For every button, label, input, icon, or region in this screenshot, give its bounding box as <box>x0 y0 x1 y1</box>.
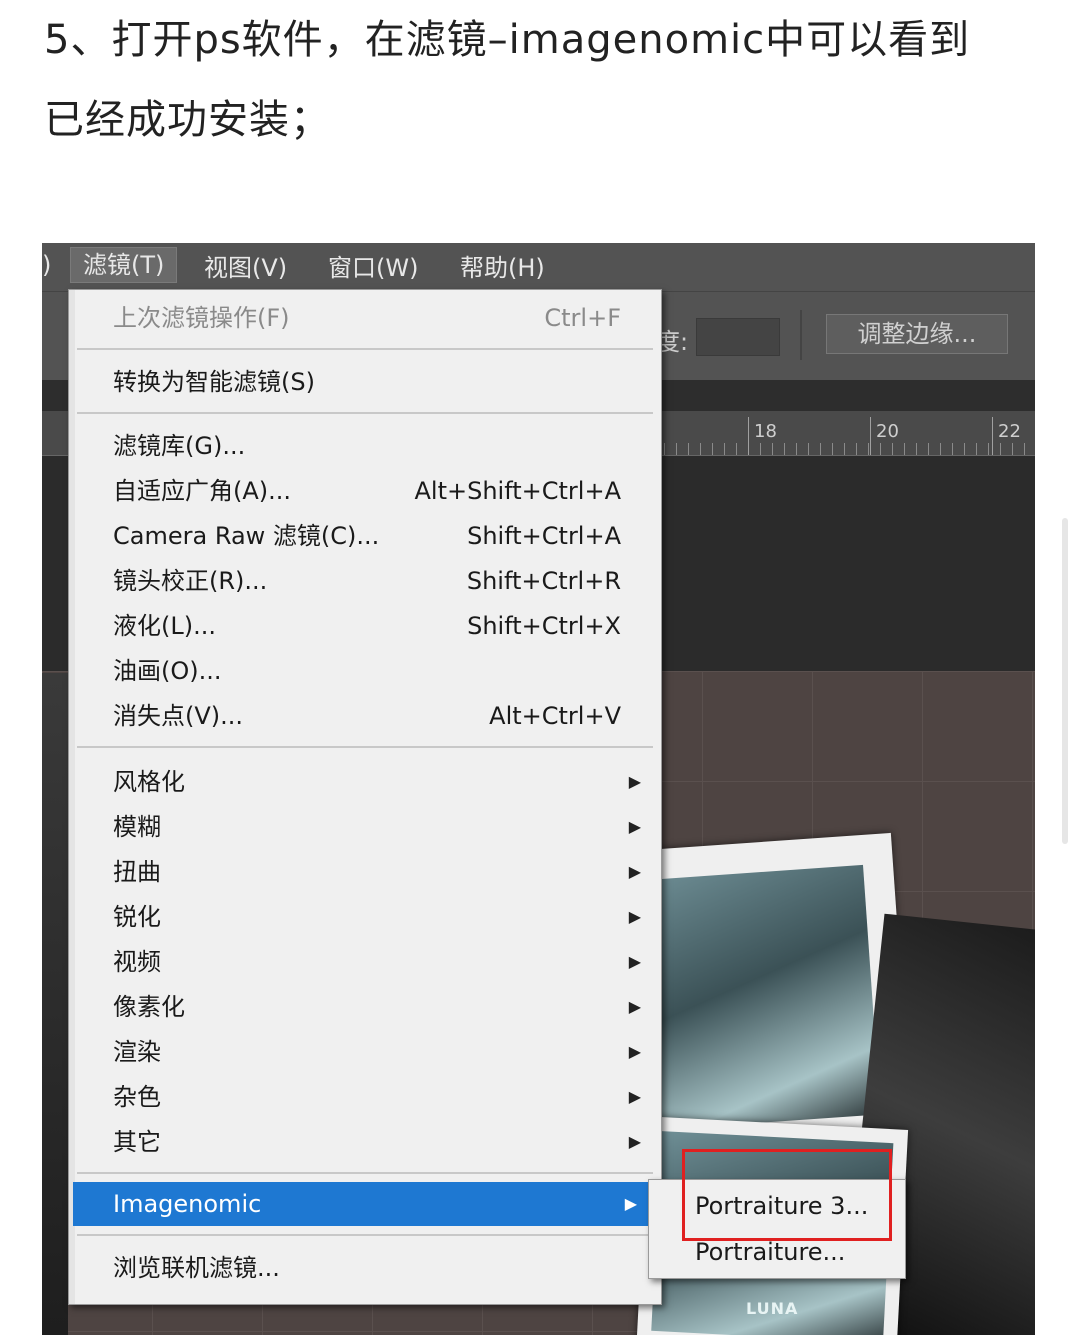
submenu-arrow-icon: ▶ <box>628 772 641 791</box>
menu-item-label: 像素化 <box>113 993 185 1021</box>
article-line-1: 5、打开ps软件，在滤镜–imagenomic中可以看到 <box>44 17 971 63</box>
menu-item-shortcut: Alt+Shift+Ctrl+A <box>414 477 622 505</box>
menu-item-label: 上次滤镜操作(F) <box>113 304 290 332</box>
menu-item-liquify[interactable]: 液化(L)... Shift+Ctrl+X <box>69 604 661 648</box>
menu-item-distort[interactable]: 扭曲 ▶ <box>69 850 661 894</box>
menu-view[interactable]: 视图(V) <box>192 251 299 285</box>
menu-bar-fragment: ) <box>42 251 52 279</box>
menu-item-shortcut: Shift+Ctrl+X <box>467 612 621 640</box>
menu-window[interactable]: 窗口(W) <box>316 251 430 285</box>
submenu-arrow-icon: ▶ <box>628 862 641 881</box>
menu-item-label: 扭曲 <box>113 858 161 886</box>
ruler-tick-22 <box>992 417 993 455</box>
menu-item-pixelate[interactable]: 像素化 ▶ <box>69 985 661 1029</box>
menu-item-label: 自适应广角(A)... <box>113 477 292 505</box>
menu-item-label: 转换为智能滤镜(S) <box>113 368 315 396</box>
options-divider <box>800 310 802 360</box>
refine-edge-button[interactable]: 调整边缘... <box>826 314 1008 354</box>
submenu-arrow-icon: ▶ <box>628 997 641 1016</box>
menu-item-oil-paint[interactable]: 油画(O)... <box>69 649 661 693</box>
menu-item-label: 视频 <box>113 948 161 976</box>
ruler-label-18: 18 <box>754 421 777 442</box>
canvas-left-image <box>42 673 68 1335</box>
menu-item-label: 其它 <box>113 1128 161 1156</box>
menu-item-last-filter[interactable]: 上次滤镜操作(F) Ctrl+F <box>69 296 661 340</box>
menu-item-camera-raw[interactable]: Camera Raw 滤镜(C)... Shift+Ctrl+A <box>69 514 661 558</box>
submenu-arrow-icon: ▶ <box>624 1194 637 1213</box>
menu-item-shortcut: Shift+Ctrl+A <box>467 522 621 550</box>
menu-item-label: 浏览联机滤镜... <box>113 1254 280 1282</box>
menu-separator <box>77 348 653 350</box>
menu-separator <box>77 412 653 414</box>
menu-separator <box>77 1234 653 1236</box>
page-scrollbar[interactable] <box>1062 518 1068 844</box>
ruler-label-22: 22 <box>998 421 1021 442</box>
menu-item-sharpen[interactable]: 锐化 ▶ <box>69 895 661 939</box>
menu-item-label: 液化(L)... <box>113 612 216 640</box>
photoshop-screenshot: LUNA ) 滤镜(T) 视图(V) 窗口(W) 帮助(H) 度: 调整边缘..… <box>42 243 1035 1335</box>
photo-image <box>623 864 881 1132</box>
submenu-arrow-icon: ▶ <box>628 1132 641 1151</box>
menu-item-adaptive-wide-angle[interactable]: 自适应广角(A)... Alt+Shift+Ctrl+A <box>69 469 661 513</box>
ruler-tick-20 <box>870 417 871 455</box>
menu-item-noise[interactable]: 杂色 ▶ <box>69 1075 661 1119</box>
menu-item-label: 滤镜库(G)... <box>113 432 246 460</box>
menu-item-label: Camera Raw 滤镜(C)... <box>113 522 380 550</box>
menu-item-label: 镜头校正(R)... <box>113 567 268 595</box>
submenu-arrow-icon: ▶ <box>628 907 641 926</box>
menu-item-lens-correction[interactable]: 镜头校正(R)... Shift+Ctrl+R <box>69 559 661 603</box>
ruler-tick-18 <box>748 417 749 455</box>
submenu-arrow-icon: ▶ <box>628 952 641 971</box>
menu-item-label: 模糊 <box>113 813 161 841</box>
options-input[interactable] <box>696 318 780 356</box>
menu-item-filter-gallery[interactable]: 滤镜库(G)... <box>69 424 661 468</box>
menu-item-label: 风格化 <box>113 768 185 796</box>
menu-item-imagenomic[interactable]: Imagenomic ▶ <box>73 1182 657 1226</box>
menu-item-shortcut: Ctrl+F <box>544 304 621 332</box>
menu-item-blur[interactable]: 模糊 ▶ <box>69 805 661 849</box>
menu-item-render[interactable]: 渲染 ▶ <box>69 1030 661 1074</box>
article-body: 5、打开ps软件，在滤镜–imagenomic中可以看到 已经成功安装； <box>44 0 1044 160</box>
menu-help[interactable]: 帮助(H) <box>448 251 557 285</box>
menu-item-shortcut: Shift+Ctrl+R <box>466 567 621 595</box>
menu-item-label: Imagenomic <box>113 1190 262 1218</box>
menu-separator <box>77 1172 653 1174</box>
menu-item-label: 锐化 <box>113 903 161 931</box>
menu-filter[interactable]: 滤镜(T) <box>70 247 178 283</box>
article-line-2: 已经成功安装； <box>44 97 331 143</box>
poster-text: LUNA <box>746 1299 799 1318</box>
submenu-arrow-icon: ▶ <box>628 817 641 836</box>
menu-item-label: 消失点(V)... <box>113 702 244 730</box>
menu-item-label: 杂色 <box>113 1083 161 1111</box>
annotation-highlight-box <box>682 1149 892 1241</box>
submenu-arrow-icon: ▶ <box>628 1087 641 1106</box>
menu-item-shortcut: Alt+Ctrl+V <box>489 702 621 730</box>
menu-item-label: 油画(O)... <box>113 657 222 685</box>
menu-item-vanishing-point[interactable]: 消失点(V)... Alt+Ctrl+V <box>69 694 661 738</box>
submenu-arrow-icon: ▶ <box>628 1042 641 1061</box>
menu-item-browse-online-filters[interactable]: 浏览联机滤镜... <box>69 1246 661 1290</box>
menu-item-video[interactable]: 视频 ▶ <box>69 940 661 984</box>
menu-item-stylize[interactable]: 风格化 ▶ <box>69 760 661 804</box>
menu-item-convert-smart-filter[interactable]: 转换为智能滤镜(S) <box>69 360 661 404</box>
ruler-minor-ticks <box>652 443 1035 455</box>
filter-menu-dropdown: 上次滤镜操作(F) Ctrl+F 转换为智能滤镜(S) 滤镜库(G)... 自适… <box>68 289 662 1305</box>
ruler-label-20: 20 <box>876 421 899 442</box>
menu-item-other[interactable]: 其它 ▶ <box>69 1120 661 1164</box>
menu-item-label: 渲染 <box>113 1038 161 1066</box>
menu-bar: ) 滤镜(T) 视图(V) 窗口(W) 帮助(H) <box>42 243 1035 291</box>
menu-separator <box>77 746 653 748</box>
